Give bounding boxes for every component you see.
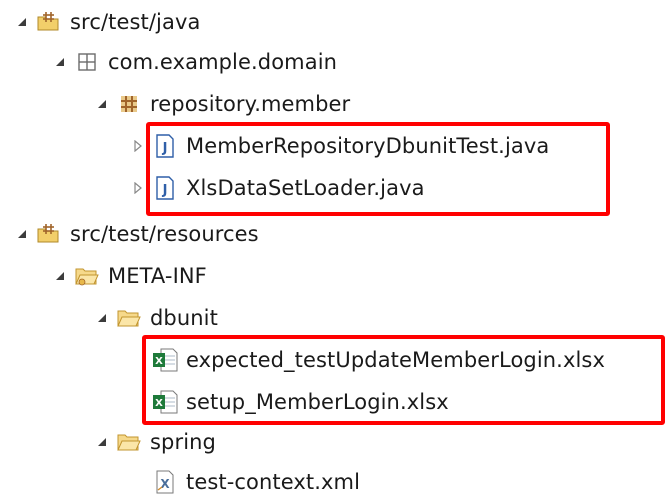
source-folder-icon [36, 9, 62, 35]
tree-item-expected-xlsx[interactable]: X expected_testUpdateMemberLogin.xlsx [152, 340, 605, 380]
tree-item-label: spring [150, 430, 216, 454]
tree-item-src-test-java[interactable]: src/test/java [14, 2, 200, 42]
tree-item-label: META-INF [108, 264, 207, 288]
tree-item-src-test-resources[interactable]: src/test/resources [14, 214, 259, 254]
java-file-icon: J [152, 175, 178, 201]
expanded-arrow-icon[interactable] [94, 434, 110, 450]
tree-item-member-repository-test[interactable]: J MemberRepositoryDbunitTest.java [130, 126, 549, 166]
tree-item-label: repository.member [150, 92, 351, 116]
tree-item-dbunit[interactable]: dbunit [94, 298, 218, 338]
expanded-arrow-icon[interactable] [14, 226, 30, 242]
tree-item-label: src/test/resources [70, 222, 259, 246]
folder-icon [74, 263, 100, 289]
expanded-arrow-icon[interactable] [94, 96, 110, 112]
tree-item-label: src/test/java [70, 10, 201, 34]
collapsed-arrow-icon[interactable] [130, 180, 146, 196]
tree-item-label: test-context.xml [186, 470, 361, 494]
svg-text:J: J [162, 183, 168, 198]
tree-item-setup-xlsx[interactable]: X setup_MemberLogin.xlsx [152, 382, 449, 422]
java-file-icon: J [152, 133, 178, 159]
svg-text:X: X [155, 356, 163, 367]
tree-item-label: XlsDataSetLoader.java [186, 176, 425, 200]
tree-item-repository-member[interactable]: repository.member [94, 84, 350, 124]
excel-file-icon: X [152, 347, 178, 373]
empty-package-icon [74, 49, 100, 75]
tree-item-test-context-xml[interactable]: X test-context.xml [152, 462, 360, 502]
excel-file-icon: X [152, 389, 178, 415]
folder-icon [116, 429, 142, 455]
svg-text:X: X [155, 398, 163, 409]
tree-item-label: com.example.domain [108, 50, 338, 74]
package-icon [116, 91, 142, 117]
folder-icon [116, 305, 142, 331]
svg-text:J: J [162, 141, 168, 156]
expanded-arrow-icon[interactable] [52, 54, 68, 70]
xml-file-icon: X [152, 469, 178, 495]
tree-item-spring[interactable]: spring [94, 422, 216, 462]
expanded-arrow-icon[interactable] [94, 310, 110, 326]
expanded-arrow-icon[interactable] [14, 14, 30, 30]
svg-text:X: X [160, 477, 170, 491]
tree-item-meta-inf[interactable]: META-INF [52, 256, 207, 296]
tree-item-label: MemberRepositoryDbunitTest.java [186, 134, 550, 158]
source-folder-icon [36, 221, 62, 247]
tree-item-label: dbunit [150, 306, 218, 330]
tree-item-label: setup_MemberLogin.xlsx [186, 390, 449, 414]
collapsed-arrow-icon[interactable] [130, 138, 146, 154]
tree-item-label: expected_testUpdateMemberLogin.xlsx [186, 348, 605, 372]
tree-item-xls-dataset-loader[interactable]: J XlsDataSetLoader.java [130, 168, 425, 208]
tree-item-com-example-domain[interactable]: com.example.domain [52, 42, 337, 82]
expanded-arrow-icon[interactable] [52, 268, 68, 284]
